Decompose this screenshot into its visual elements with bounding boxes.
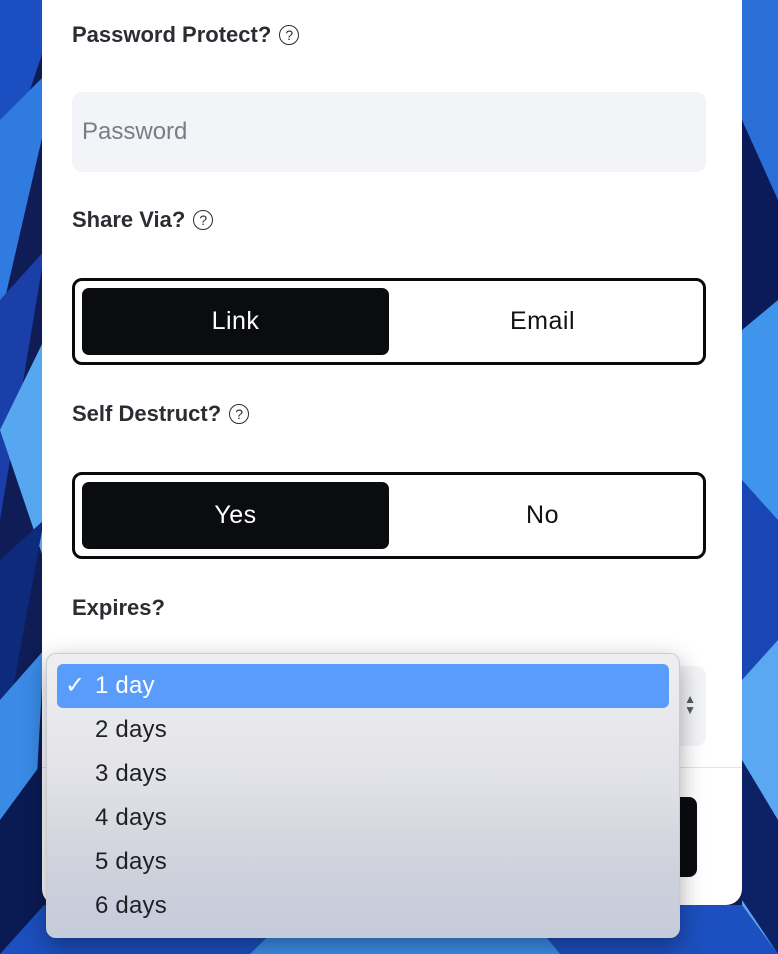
self-destruct-label: Self Destruct? ? (72, 401, 250, 427)
share-via-link-option[interactable]: Link (82, 288, 389, 355)
up-down-chevron-icon: ▲ ▼ (684, 692, 696, 717)
self-destruct-toggle: Yes No (72, 472, 706, 559)
share-via-label-text: Share Via? (72, 207, 186, 232)
share-via-toggle: Link Email (72, 278, 706, 365)
expires-option-5-days[interactable]: 5 days (57, 840, 669, 884)
password-protect-label: Password Protect? ? (72, 22, 300, 48)
question-circle-icon[interactable]: ? (193, 210, 214, 230)
self-destruct-yes-option[interactable]: Yes (82, 482, 389, 549)
expires-option-4-days[interactable]: 4 days (57, 796, 669, 840)
expires-option-label: 1 day (95, 672, 155, 699)
question-circle-icon[interactable]: ? (229, 404, 250, 424)
expires-option-3-days[interactable]: 3 days (57, 752, 669, 796)
self-destruct-label-text: Self Destruct? (72, 401, 222, 426)
expires-option-label: 5 days (95, 848, 167, 875)
password-input[interactable] (72, 92, 706, 172)
expires-option-label: 6 days (95, 892, 167, 919)
expires-option-2-days[interactable]: 2 days (57, 708, 669, 752)
expires-dropdown-menu: ✓ 1 day 2 days 3 days 4 days 5 days 6 da… (46, 653, 680, 938)
expires-label-text: Expires? (72, 595, 165, 620)
password-protect-label-text: Password Protect? (72, 22, 272, 47)
question-circle-icon[interactable]: ? (279, 25, 300, 45)
share-via-label: Share Via? ? (72, 207, 214, 233)
checkmark-icon: ✓ (65, 671, 86, 699)
expires-option-1-day[interactable]: ✓ 1 day (57, 664, 669, 708)
expires-option-6-days[interactable]: 6 days (57, 884, 669, 928)
expires-option-label: 4 days (95, 804, 167, 831)
expires-option-label: 2 days (95, 716, 167, 743)
expires-option-label: 3 days (95, 760, 167, 787)
self-destruct-no-option[interactable]: No (389, 482, 696, 549)
expires-label: Expires? (72, 595, 165, 621)
share-via-email-option[interactable]: Email (389, 288, 696, 355)
